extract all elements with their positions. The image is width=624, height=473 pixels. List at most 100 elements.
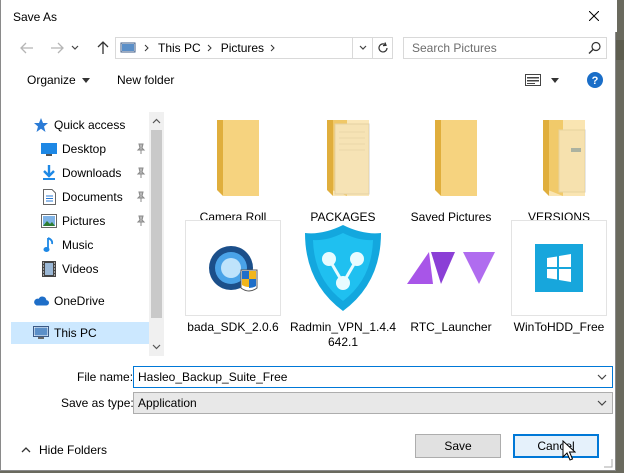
navigation-pane: Quick access Desktop Downloads Documents — [11, 112, 163, 356]
installer-icon — [185, 220, 281, 316]
file-name: WinToHDD_Free — [513, 320, 605, 334]
chevron-down-icon[interactable] — [149, 340, 164, 354]
file-name: Radmin_VPN_1.4.4 642.1 — [290, 320, 396, 350]
window-title: Save As — [13, 10, 58, 24]
hide-folders-button[interactable]: Hide Folders — [21, 443, 107, 457]
new-folder-button[interactable]: New folder — [117, 73, 174, 87]
file-name-line-1: Radmin_VPN_1.4.4 — [289, 320, 397, 334]
sidebar-item-label: Pictures — [62, 214, 106, 228]
sidebar-item-quick-access[interactable]: Quick access — [11, 114, 149, 136]
wintohdd-icon — [511, 220, 607, 316]
refresh-icon — [377, 42, 388, 53]
view-options-button[interactable] — [525, 74, 559, 86]
radmin-vpn-icon — [295, 220, 391, 316]
arrow-left-icon — [20, 42, 33, 54]
file-item[interactable]: WinToHDD_Free — [507, 220, 611, 335]
recent-locations-button[interactable] — [69, 38, 81, 58]
cloud-icon — [33, 293, 49, 309]
organize-label: Organize — [27, 73, 76, 87]
arrow-up-icon — [97, 41, 109, 54]
new-folder-label: New folder — [117, 73, 175, 87]
breadcrumb-pictures[interactable]: Pictures — [221, 41, 264, 55]
chevron-down-icon — [359, 45, 366, 50]
sidebar-item-this-pc[interactable]: This PC — [11, 322, 149, 344]
help-button[interactable]: ? — [587, 72, 603, 88]
sidebar-item-music[interactable]: Music — [11, 234, 149, 256]
download-icon — [41, 165, 57, 181]
file-name-value: Hasleo_Backup_Suite_Free — [138, 370, 288, 384]
save-button[interactable]: Save — [415, 434, 501, 458]
file-item[interactable]: RTC_Launcher — [399, 220, 503, 335]
sidebar-item-onedrive[interactable]: OneDrive — [11, 290, 149, 312]
search-input[interactable] — [404, 38, 584, 58]
sidebar-item-desktop[interactable]: Desktop — [11, 138, 149, 160]
refresh-button[interactable] — [372, 38, 392, 58]
sidebar-item-label: Downloads — [62, 166, 122, 180]
cancel-button[interactable]: Cancel — [513, 434, 599, 458]
breadcrumb-this-pc[interactable]: This PC — [158, 41, 201, 55]
file-item[interactable]: Camera Roll — [181, 110, 285, 225]
save-as-type-value: Application — [138, 396, 197, 410]
sidebar-item-label: Quick access — [54, 118, 126, 132]
sidebar-item-pictures[interactable]: Pictures — [11, 210, 149, 232]
back-button[interactable] — [17, 38, 37, 58]
chevron-down-icon — [71, 45, 79, 50]
file-item[interactable]: VERSIONS — [507, 110, 611, 225]
folder-icon — [185, 110, 281, 206]
help-icon: ? — [587, 72, 603, 88]
desktop-icon — [41, 141, 57, 157]
chevron-down-icon[interactable] — [595, 370, 609, 384]
pin-icon — [136, 143, 146, 154]
chevron-right-icon[interactable] — [207, 41, 213, 55]
file-name-label: File name: — [77, 370, 134, 384]
address-bar[interactable]: This PC Pictures — [115, 37, 393, 59]
file-item[interactable]: PACKAGES — [291, 110, 395, 225]
save-fields: File name: Hasleo_Backup_Suite_Free Save… — [1, 364, 617, 416]
sidebar-scrollbar[interactable] — [149, 112, 164, 356]
search-box[interactable] — [403, 37, 607, 59]
address-history-button[interactable] — [352, 38, 372, 58]
chevron-up-icon — [21, 447, 31, 453]
svg-text:?: ? — [592, 75, 599, 87]
computer-icon — [120, 42, 136, 54]
navigation-bar: This PC Pictures — [1, 34, 617, 62]
file-item[interactable]: Saved Pictures — [399, 110, 503, 225]
search-icon[interactable] — [588, 41, 602, 58]
file-view: Camera Roll PACKAGES Saved Pictures VERS… — [169, 104, 617, 362]
pin-icon — [136, 215, 146, 226]
rtc-launcher-icon — [403, 220, 499, 316]
close-icon — [589, 11, 599, 21]
dialog-footer: Hide Folders Save Cancel — [1, 430, 617, 470]
view-icon — [525, 74, 541, 86]
sidebar-scrollbar-thumb[interactable] — [151, 130, 162, 318]
computer-icon — [33, 325, 49, 341]
hide-folders-label: Hide Folders — [39, 443, 108, 457]
title-bar: Save As — [1, 0, 617, 32]
pin-icon — [136, 191, 146, 202]
resize-grip-icon[interactable] — [603, 458, 613, 468]
pictures-icon — [41, 213, 57, 229]
close-button[interactable] — [571, 0, 617, 32]
chevron-up-icon[interactable] — [149, 114, 164, 128]
chevron-right-icon[interactable] — [144, 41, 150, 55]
file-item[interactable]: Radmin_VPN_1.4.4 642.1 — [290, 220, 396, 350]
organize-button[interactable]: Organize — [27, 73, 90, 87]
triangle-down-icon — [81, 77, 90, 83]
star-icon — [33, 117, 49, 133]
sidebar-item-videos[interactable]: Videos — [11, 258, 149, 280]
sidebar-item-label: OneDrive — [54, 294, 105, 308]
up-button[interactable] — [93, 38, 113, 58]
command-bar: Organize New folder ? — [1, 64, 617, 98]
arrow-right-icon — [51, 42, 64, 54]
sidebar-item-downloads[interactable]: Downloads — [11, 162, 149, 184]
file-name-field[interactable]: Hasleo_Backup_Suite_Free — [133, 366, 613, 388]
save-button-label: Save — [444, 439, 472, 453]
sidebar-item-documents[interactable]: Documents — [11, 186, 149, 208]
save-as-type-label: Save as type: — [61, 396, 134, 410]
save-as-type-select[interactable]: Application — [133, 392, 613, 414]
folder-with-documents-icon — [511, 110, 607, 206]
file-item[interactable]: bada_SDK_2.0.6 — [181, 220, 285, 335]
forward-button[interactable] — [47, 38, 67, 58]
folder-icon — [403, 110, 499, 206]
chevron-right-icon[interactable] — [270, 41, 276, 55]
